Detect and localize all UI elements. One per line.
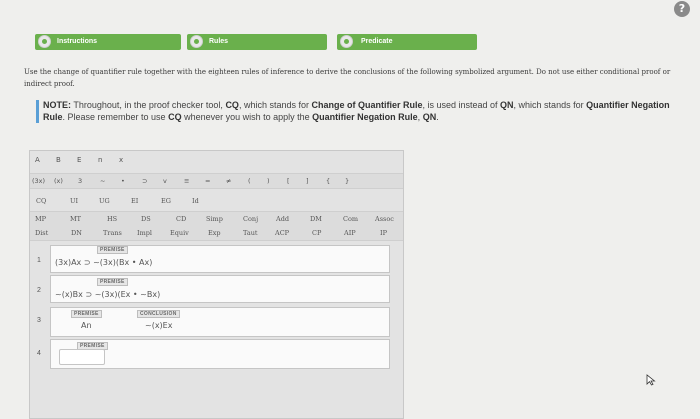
tab-label: Rules	[209, 38, 229, 45]
radio-icon	[190, 35, 203, 48]
rules-row-1: CQ UI UG EI EG Id	[30, 195, 403, 208]
rule-button-add[interactable]: Add	[276, 215, 289, 223]
rule-button-taut[interactable]: Taut	[243, 229, 258, 237]
rule-button-ei[interactable]: EI	[131, 197, 138, 205]
note-box: NOTE: Throughout, in the proof checker t…	[36, 100, 671, 123]
symbol-button[interactable]: A	[35, 156, 40, 164]
proof-line-1[interactable]: PREMISE (3x)Ax ⊃ ~(3x)(Bx • Ax)	[50, 245, 390, 273]
line-number: 4	[37, 350, 41, 357]
note-text: . Please remember to use	[62, 111, 169, 122]
rule-button-exp[interactable]: Exp	[208, 229, 221, 237]
line-number: 1	[37, 257, 41, 264]
note-text: Throughout, in the proof checker tool,	[71, 100, 226, 110]
rule-button-id[interactable]: Id	[192, 197, 199, 205]
note-bold: CQ	[225, 100, 239, 110]
proof-line-2[interactable]: PREMISE ~(x)Bx ⊃ ~(3x)(Ex • ~Bx)	[50, 275, 390, 303]
symbol-button[interactable]: n	[98, 156, 102, 164]
symbol-toolbar-2: (3x) (x) 3 ~ • ⊃ v ≡ = ≠ ( ) [ ] { }	[30, 173, 403, 189]
rule-button-dm[interactable]: DM	[310, 215, 322, 223]
symbol-button[interactable]: ~	[100, 177, 105, 185]
rule-button-cd[interactable]: CD	[176, 215, 186, 223]
help-icon[interactable]: ?	[674, 1, 690, 17]
symbol-button[interactable]: 3	[78, 177, 82, 185]
line-formula: An	[81, 321, 92, 330]
formula-input[interactable]	[59, 349, 105, 365]
tab-rules[interactable]: Rules	[187, 34, 327, 50]
note-bold: Quantifier Negation Rule	[312, 111, 418, 122]
note-bold: CQ	[168, 111, 182, 122]
note-text: whenever you wish to apply the	[181, 111, 313, 122]
proof-checker-panel: A B E n x (3x) (x) 3 ~ • ⊃ v ≡ = ≠ ( ) […	[29, 150, 404, 419]
symbol-button[interactable]: )	[267, 177, 270, 185]
note-text: .	[436, 111, 439, 122]
rule-button-conj[interactable]: Conj	[243, 215, 258, 223]
line-formula: (3x)Ax ⊃ ~(3x)(Bx • Ax)	[55, 258, 153, 267]
symbol-button[interactable]: E	[77, 156, 81, 164]
radio-icon	[340, 35, 353, 48]
note-text: , which stands for	[513, 100, 587, 110]
symbol-button[interactable]: [	[287, 177, 290, 185]
line-number: 3	[37, 317, 41, 324]
symbol-button[interactable]: ≡	[184, 177, 189, 185]
note-label: NOTE:	[43, 100, 71, 110]
symbol-button[interactable]: (x)	[54, 177, 63, 185]
symbol-button[interactable]: (3x)	[32, 177, 45, 185]
rules-row-2: MP MT HS DS CD Simp Conj Add DM Com Asso…	[30, 211, 403, 226]
symbol-button[interactable]: B	[56, 156, 61, 164]
symbol-button[interactable]: =	[205, 177, 210, 185]
rule-button-cq[interactable]: CQ	[36, 197, 46, 205]
rule-button-trans[interactable]: Trans	[103, 229, 122, 237]
tab-instructions[interactable]: Instructions	[35, 34, 181, 50]
symbol-button[interactable]: ]	[306, 177, 309, 185]
rule-button-simp[interactable]: Simp	[206, 215, 223, 223]
note-text: , is used instead of	[422, 100, 501, 110]
rule-button-ui[interactable]: UI	[70, 197, 78, 205]
tab-label: Predicate	[361, 38, 393, 45]
proof-line-4[interactable]: PREMISE	[50, 339, 390, 369]
rules-row-3: Dist DN Trans Impl Equiv Exp Taut ACP CP…	[30, 226, 403, 241]
note-bold: QN	[422, 111, 437, 122]
rule-button-dist[interactable]: Dist	[35, 229, 48, 237]
rule-button-mt[interactable]: MT	[70, 215, 81, 223]
premise-tag: PREMISE	[97, 278, 128, 286]
radio-icon	[38, 35, 51, 48]
line-number: 2	[37, 287, 41, 294]
conclusion-formula: ~(x)Ex	[145, 321, 173, 330]
instructions-text: Use the change of quantifier rule togeth…	[24, 68, 671, 88]
symbol-button[interactable]: ⊃	[142, 177, 147, 185]
rule-button-hs[interactable]: HS	[107, 215, 117, 223]
premise-tag: PREMISE	[71, 310, 102, 318]
rule-button-ug[interactable]: UG	[99, 197, 110, 205]
rule-button-aip[interactable]: AIP	[344, 229, 356, 237]
symbol-button[interactable]: •	[121, 177, 125, 185]
symbol-button[interactable]: (	[248, 177, 251, 185]
symbol-button[interactable]: x	[119, 156, 123, 164]
conclusion-tag: CONCLUSION	[137, 310, 180, 318]
rule-button-assoc[interactable]: Assoc	[375, 215, 394, 223]
rule-button-eg[interactable]: EG	[161, 197, 171, 205]
tab-predicate[interactable]: Predicate	[337, 34, 477, 50]
tab-label: Instructions	[57, 38, 98, 45]
rule-button-dn[interactable]: DN	[71, 229, 82, 237]
rule-button-impl[interactable]: Impl	[137, 229, 152, 237]
mouse-cursor-icon	[646, 374, 656, 386]
rule-button-ip[interactable]: IP	[380, 229, 387, 237]
symbol-button[interactable]: ≠	[226, 177, 231, 185]
symbol-button[interactable]: {	[326, 177, 330, 185]
rule-button-mp[interactable]: MP	[35, 215, 46, 223]
proof-line-3[interactable]: PREMISE An CONCLUSION ~(x)Ex	[50, 307, 390, 337]
rule-button-acp[interactable]: ACP	[275, 229, 289, 237]
rule-button-equiv[interactable]: Equiv	[170, 229, 189, 237]
note-bold: QN	[500, 100, 514, 110]
symbol-button[interactable]: }	[345, 177, 349, 185]
rule-button-ds[interactable]: DS	[141, 215, 151, 223]
symbol-button[interactable]: v	[163, 177, 167, 185]
rule-button-cp[interactable]: CP	[312, 229, 321, 237]
rule-button-com[interactable]: Com	[343, 215, 358, 223]
note-text: , which stands for	[238, 100, 312, 110]
line-formula: ~(x)Bx ⊃ ~(3x)(Ex • ~Bx)	[55, 290, 161, 299]
note-bold: Change of Quantifier Rule	[311, 100, 423, 110]
premise-tag: PREMISE	[97, 246, 128, 254]
